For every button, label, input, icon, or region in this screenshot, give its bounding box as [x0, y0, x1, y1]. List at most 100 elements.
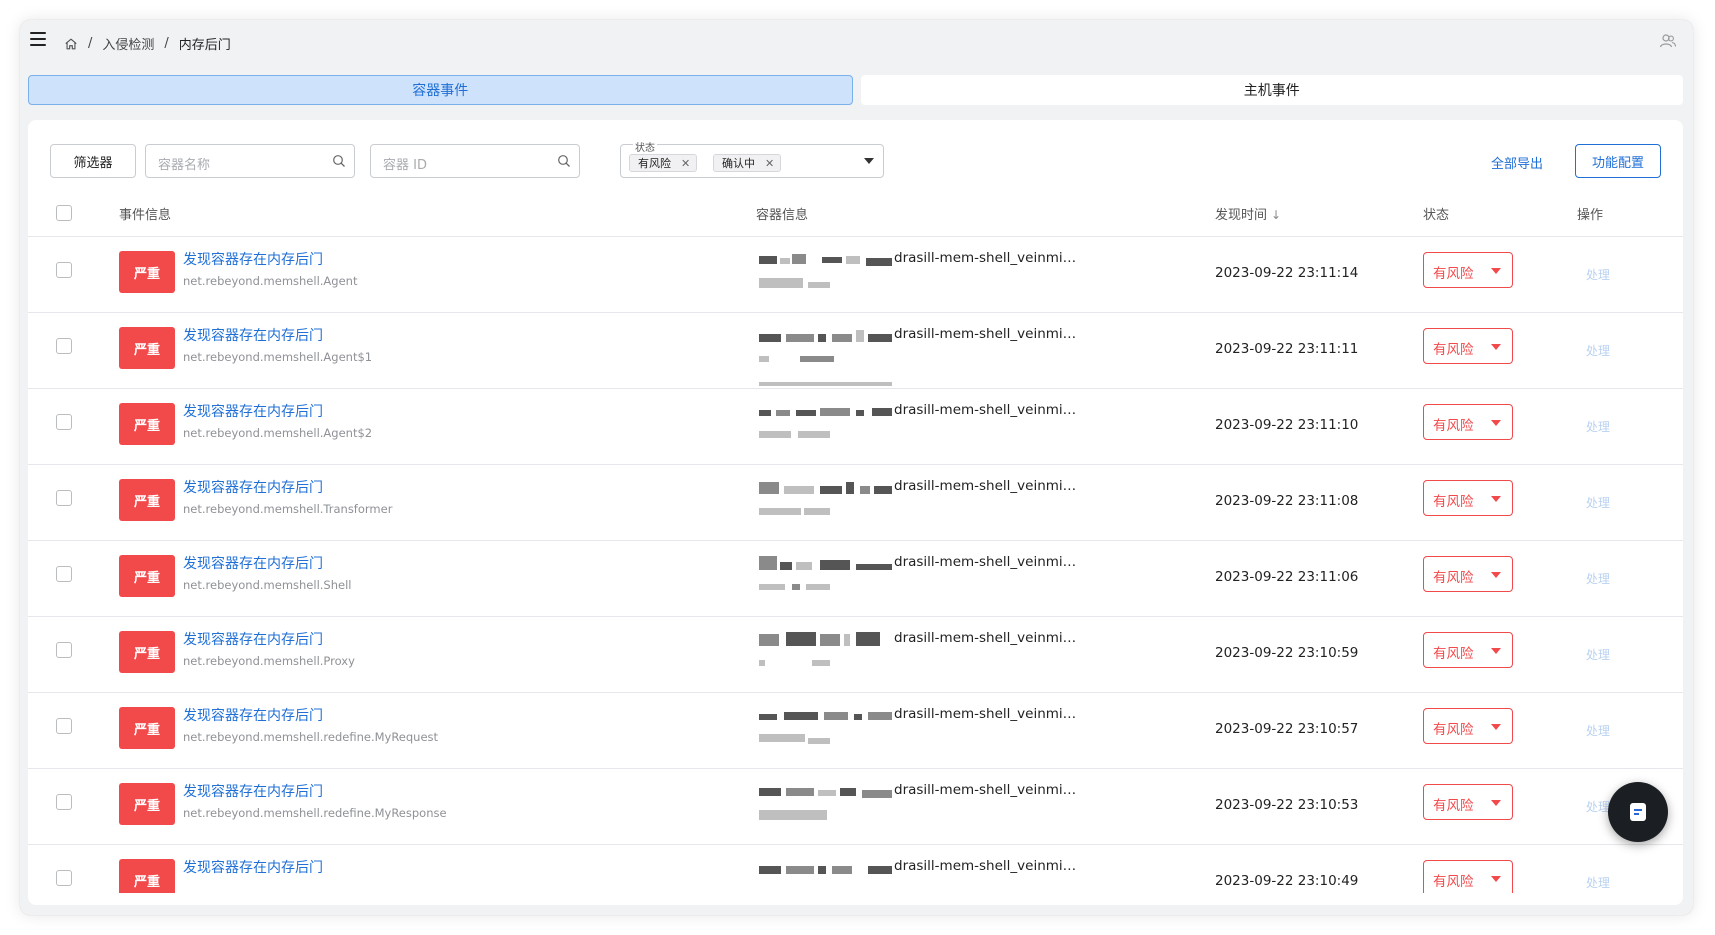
status-dropdown[interactable]: 有风险	[1423, 328, 1513, 364]
status-chip-confirming-label: 确认中	[722, 157, 755, 170]
container-name: drasill-mem-shell_veinmi…	[894, 402, 1077, 418]
discovery-time: 2023-09-22 23:10:57	[1215, 721, 1359, 737]
tab-container-events[interactable]: 容器事件	[28, 75, 853, 105]
search-icon[interactable]	[332, 154, 346, 168]
header-status: 状态	[1423, 208, 1450, 223]
discovery-time: 2023-09-22 23:11:06	[1215, 569, 1359, 585]
row-checkbox[interactable]	[56, 794, 72, 810]
row-checkbox[interactable]	[56, 870, 72, 886]
event-class-name: net.rebeyond.memshell.redefine.MyRequest	[183, 730, 439, 744]
sort-down-icon[interactable]: ↓	[1271, 208, 1281, 222]
table-row: 严重 发现容器存在内存后门 net.rebeyond.memshell.rede…	[28, 692, 1683, 769]
event-title-link[interactable]: 发现容器存在内存后门	[183, 781, 323, 801]
event-title-link[interactable]: 发现容器存在内存后门	[183, 325, 323, 345]
row-checkbox[interactable]	[56, 718, 72, 734]
event-title-link[interactable]: 发现容器存在内存后门	[183, 705, 323, 725]
user-icon[interactable]	[1659, 32, 1677, 50]
status-dropdown[interactable]: 有风险	[1423, 708, 1513, 744]
status-dropdown[interactable]: 有风险	[1423, 252, 1513, 288]
handle-action-link[interactable]: 处理	[1586, 266, 1610, 283]
breadcrumb: / 入侵检测 / 内存后门	[64, 34, 231, 53]
chevron-down-icon	[1491, 648, 1501, 654]
container-name: drasill-mem-shell_veinmi…	[894, 554, 1077, 570]
status-dropdown[interactable]: 有风险	[1423, 860, 1513, 893]
event-class-name: net.rebeyond.memshell.Shell	[183, 578, 352, 592]
handle-action-link[interactable]: 处理	[1586, 494, 1610, 511]
handle-action-link[interactable]: 处理	[1586, 798, 1610, 815]
home-icon[interactable]	[64, 37, 78, 51]
close-icon[interactable]: ✕	[765, 157, 774, 170]
severity-badge: 严重	[119, 479, 175, 521]
handle-action-link[interactable]: 处理	[1586, 646, 1610, 663]
status-chip-risk: 有风险 ✕	[629, 154, 698, 172]
container-id-search-input[interactable]: 容器 ID	[370, 144, 580, 178]
filter-button[interactable]: 筛选器	[50, 144, 136, 178]
container-name: drasill-mem-shell_veinmi…	[894, 250, 1077, 266]
event-title-link[interactable]: 发现容器存在内存后门	[183, 249, 323, 269]
menu-icon[interactable]	[30, 32, 46, 48]
status-dropdown[interactable]: 有风险	[1423, 404, 1513, 440]
discovery-time: 2023-09-22 23:10:59	[1215, 645, 1359, 661]
select-all-checkbox[interactable]	[56, 205, 72, 221]
severity-badge: 严重	[119, 859, 175, 893]
event-title-link[interactable]: 发现容器存在内存后门	[183, 401, 323, 421]
severity-badge: 严重	[119, 631, 175, 673]
chevron-down-icon[interactable]	[864, 158, 874, 164]
row-checkbox[interactable]	[56, 262, 72, 278]
app-window: / 入侵检测 / 内存后门 容器事件 主机事件 筛选器 容器名称 容器 ID 状…	[20, 20, 1693, 915]
event-class-name: net.rebeyond.memshell.Proxy	[183, 654, 355, 668]
status-dropdown[interactable]: 有风险	[1423, 480, 1513, 516]
feature-config-button[interactable]: 功能配置	[1575, 144, 1661, 178]
status-value: 有风险	[1433, 342, 1474, 358]
status-dropdown[interactable]: 有风险	[1423, 784, 1513, 820]
close-icon[interactable]: ✕	[681, 157, 690, 170]
container-info-redacted	[756, 768, 892, 844]
export-all-link[interactable]: 全部导出	[1491, 153, 1543, 172]
search-icon[interactable]	[557, 154, 571, 168]
status-dropdown[interactable]: 有风险	[1423, 632, 1513, 668]
event-title-link[interactable]: 发现容器存在内存后门	[183, 553, 323, 573]
table-header: 事件信息 容器信息 发现时间 ↓ 状态 操作	[28, 198, 1683, 237]
discovery-time: 2023-09-22 23:11:11	[1215, 341, 1359, 357]
handle-action-link[interactable]: 处理	[1586, 342, 1610, 359]
status-dropdown[interactable]: 有风险	[1423, 556, 1513, 592]
row-checkbox[interactable]	[56, 490, 72, 506]
container-name-search-input[interactable]: 容器名称	[145, 144, 355, 178]
chevron-down-icon	[1491, 876, 1501, 882]
floating-doc-button[interactable]	[1608, 782, 1668, 842]
tab-host-events[interactable]: 主机事件	[860, 75, 1683, 105]
handle-action-link[interactable]: 处理	[1586, 874, 1610, 891]
row-checkbox[interactable]	[56, 338, 72, 354]
event-title-link[interactable]: 发现容器存在内存后门	[183, 477, 323, 497]
handle-action-link[interactable]: 处理	[1586, 722, 1610, 739]
discovery-time: 2023-09-22 23:10:49	[1215, 873, 1359, 889]
event-title-link[interactable]: 发现容器存在内存后门	[183, 857, 323, 877]
breadcrumb-item-intrusion[interactable]: 入侵检测	[102, 34, 154, 53]
severity-badge: 严重	[119, 403, 175, 445]
header-discovery-time[interactable]: 发现时间 ↓	[1215, 204, 1281, 223]
table-row: 严重 发现容器存在内存后门 net.rebeyond.memshell.rede…	[28, 768, 1683, 845]
breadcrumb-item-current: 内存后门	[178, 38, 231, 53]
event-tabs: 容器事件 主机事件	[28, 75, 1683, 105]
handle-action-link[interactable]: 处理	[1586, 418, 1610, 435]
row-checkbox[interactable]	[56, 566, 72, 582]
event-class-name: net.rebeyond.memshell.redefine.MyRespons…	[183, 806, 447, 820]
status-chip-risk-label: 有风险	[638, 157, 671, 170]
discovery-time: 2023-09-22 23:11:10	[1215, 417, 1359, 433]
header-action: 操作	[1577, 208, 1604, 223]
row-checkbox[interactable]	[56, 414, 72, 430]
status-chip-confirming: 确认中 ✕	[713, 154, 782, 172]
severity-badge: 严重	[119, 707, 175, 749]
container-info-redacted	[756, 616, 892, 692]
event-title-link[interactable]: 发现容器存在内存后门	[183, 629, 323, 649]
row-checkbox[interactable]	[56, 642, 72, 658]
table-row: 严重 发现容器存在内存后门 net.rebeyond.memshell.Agen…	[28, 312, 1683, 389]
handle-action-link[interactable]: 处理	[1586, 570, 1610, 587]
severity-badge: 严重	[119, 327, 175, 369]
table-row: 严重 发现容器存在内存后门 net.rebeyond.memshell.Shel…	[28, 540, 1683, 617]
status-value: 有风险	[1433, 722, 1474, 738]
table-body: 严重 发现容器存在内存后门 net.rebeyond.memshell.Agen…	[28, 236, 1683, 893]
status-filter-select[interactable]: 状态 有风险 ✕ 确认中 ✕	[620, 139, 884, 178]
chevron-down-icon	[1491, 268, 1501, 274]
status-value: 有风险	[1433, 798, 1474, 814]
